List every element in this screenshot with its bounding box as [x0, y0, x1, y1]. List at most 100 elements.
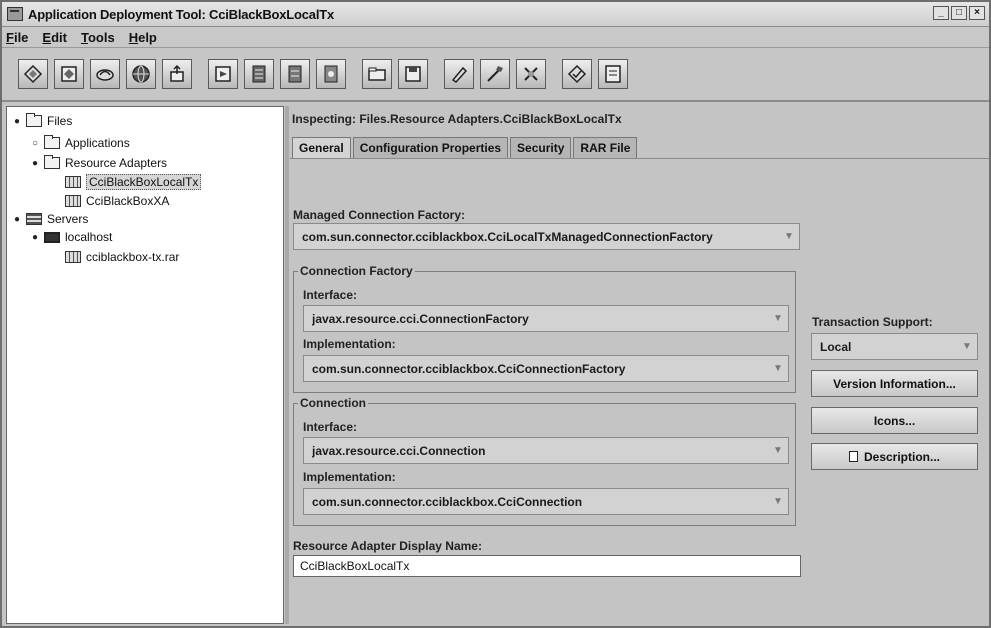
properties-button[interactable] [598, 59, 628, 89]
display-name-label: Resource Adapter Display Name: [293, 539, 482, 553]
tree-label: cciblackbox-tx.rar [86, 250, 180, 264]
tree-item-deployed-rar[interactable]: cciblackbox-tx.rar [65, 249, 179, 265]
web-button[interactable] [126, 59, 156, 89]
globe-icon [132, 65, 150, 83]
rar-icon [65, 176, 81, 188]
menu-tools[interactable]: Tools [81, 30, 115, 45]
verify-icon [567, 64, 587, 84]
inspector-tabs: General Configuration Properties Securit… [292, 137, 639, 158]
window-title: Application Deployment Tool: CciBlackBox… [28, 6, 335, 22]
tree-label: Files [47, 114, 73, 128]
add-icon [96, 69, 114, 81]
servers-icon [26, 213, 42, 225]
app-window: Application Deployment Tool: CciBlackBox… [0, 0, 991, 628]
remove-server-button[interactable] [280, 59, 310, 89]
edit-icon [451, 66, 468, 83]
description-button-label: Description... [863, 449, 940, 464]
new-application-button[interactable] [18, 59, 48, 89]
connection-group: Connection Interface: javax.resource.cci… [293, 396, 796, 526]
tree-item-files[interactable]: ● Files [11, 113, 72, 129]
managed-factory-label: Managed Connection Factory: [293, 208, 466, 222]
tree-item-cciblackboxlocaltx[interactable]: CciBlackBoxLocalTx [65, 174, 202, 190]
title-bar[interactable]: Application Deployment Tool: CciBlackBox… [2, 2, 989, 27]
wizard-icon [487, 66, 503, 82]
save-icon [405, 66, 421, 82]
navigation-tree[interactable]: ● Files ○ Applications ● Resource Adapte… [6, 106, 284, 624]
folder-icon [368, 67, 386, 81]
folder-icon [26, 113, 42, 127]
icons-button[interactable]: Icons... [811, 407, 978, 434]
minimize-button[interactable]: _ [933, 6, 949, 20]
add-server-button[interactable] [244, 59, 274, 89]
managed-factory-value: com.sun.connector.cciblackbox.CciLocalTx… [302, 229, 713, 244]
new-rar-button[interactable] [54, 59, 84, 89]
transaction-support-select[interactable]: Local ▼ [811, 333, 978, 360]
c-interface-value: javax.resource.cci.Connection [312, 443, 486, 458]
expand-toggle-icon[interactable]: ● [11, 116, 23, 127]
tree-label: CciBlackBoxXA [86, 194, 170, 208]
wizard-button[interactable] [480, 59, 510, 89]
tab-configuration-properties[interactable]: Configuration Properties [352, 137, 509, 158]
folder-button[interactable] [362, 59, 392, 89]
inspecting-heading: Inspecting: Files.Resource Adapters.CciB… [292, 112, 622, 126]
panel-splitter[interactable] [285, 106, 289, 624]
maximize-button[interactable]: □ [951, 6, 967, 20]
tab-security[interactable]: Security [510, 137, 572, 158]
version-information-button[interactable]: Version Information... [811, 370, 978, 397]
deploy-button[interactable] [162, 59, 192, 89]
server-update-icon [324, 65, 338, 83]
save-button[interactable] [398, 59, 428, 89]
transaction-support-label: Transaction Support: [812, 315, 933, 329]
c-impl-select[interactable]: com.sun.connector.cciblackbox.CciConnect… [303, 488, 789, 515]
menu-edit[interactable]: Edit [42, 30, 67, 45]
tree-item-servers[interactable]: ● Servers [11, 211, 88, 227]
add-component-button[interactable] [90, 59, 120, 89]
collapse-toggle-icon[interactable]: ○ [29, 138, 41, 149]
cf-impl-value: com.sun.connector.cciblackbox.CciConnect… [312, 361, 626, 376]
open-icon [215, 66, 231, 82]
menu-bar: File Edit Tools Help [2, 27, 989, 48]
chevron-down-icon: ▼ [962, 341, 972, 352]
update-server-button[interactable] [316, 59, 346, 89]
tree-item-resource-adapters[interactable]: ● Resource Adapters [29, 155, 167, 171]
window-controls: _ □ × [933, 6, 985, 20]
properties-icon [605, 65, 621, 83]
expand-toggle-icon[interactable]: ● [29, 158, 41, 169]
document-icon [848, 451, 858, 462]
c-impl-value: com.sun.connector.cciblackbox.CciConnect… [312, 494, 583, 509]
display-name-input[interactable]: CciBlackBoxLocalTx [293, 555, 801, 577]
chevron-down-icon: ▼ [773, 496, 783, 507]
group-title: Connection [298, 396, 368, 410]
server-remove-icon [288, 65, 302, 83]
expand-toggle-icon[interactable]: ● [11, 214, 23, 225]
chevron-down-icon: ▼ [773, 363, 783, 374]
tree-item-applications[interactable]: ○ Applications [29, 135, 130, 151]
tree-label: Applications [65, 136, 130, 150]
tab-general[interactable]: General [292, 137, 351, 158]
folder-icon [44, 135, 60, 149]
transaction-support-value: Local [820, 339, 852, 354]
close-button[interactable]: × [969, 6, 985, 20]
open-button[interactable] [208, 59, 238, 89]
cf-impl-label: Implementation: [303, 337, 396, 351]
cf-interface-select[interactable]: javax.resource.cci.ConnectionFactory ▼ [303, 305, 789, 332]
c-interface-select[interactable]: javax.resource.cci.Connection ▼ [303, 437, 789, 464]
tools-button[interactable] [516, 59, 546, 89]
cf-impl-select[interactable]: com.sun.connector.cciblackbox.CciConnect… [303, 355, 789, 382]
new-app-icon [23, 64, 43, 84]
rar-icon [65, 195, 81, 207]
new-rar-icon [61, 66, 77, 82]
expand-toggle-icon[interactable]: ● [29, 232, 41, 243]
menu-file[interactable]: File [6, 30, 28, 45]
description-button[interactable]: Description... [811, 443, 978, 470]
app-icon [7, 7, 23, 21]
chevron-down-icon: ▼ [784, 231, 794, 242]
tab-rar-file[interactable]: RAR File [573, 137, 638, 158]
edit-button[interactable] [444, 59, 474, 89]
verify-button[interactable] [562, 59, 592, 89]
tree-item-cciblackboxxa[interactable]: CciBlackBoxXA [65, 193, 169, 209]
tree-item-localhost[interactable]: ● localhost [29, 229, 112, 245]
cf-interface-value: javax.resource.cci.ConnectionFactory [312, 311, 529, 326]
menu-help[interactable]: Help [129, 30, 157, 45]
managed-factory-select[interactable]: com.sun.connector.cciblackbox.CciLocalTx… [293, 223, 800, 250]
